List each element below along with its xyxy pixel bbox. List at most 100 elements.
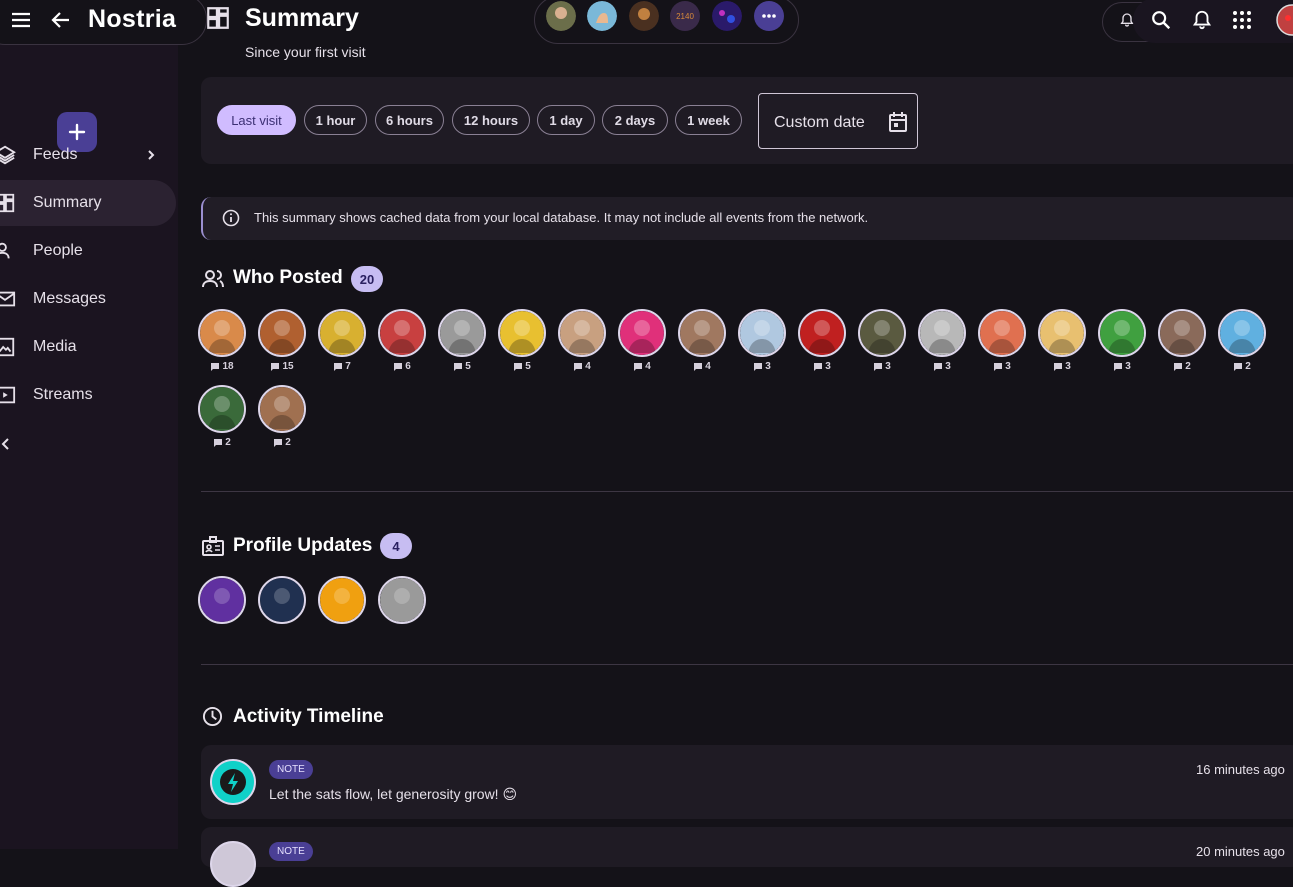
notifications-button[interactable]: [1191, 9, 1213, 31]
sidebar-item-label: Messages: [33, 290, 106, 307]
sidebar-item-label: Streams: [33, 386, 93, 403]
account-avatar[interactable]: [587, 1, 617, 31]
back-button[interactable]: [50, 9, 72, 31]
poster-avatar[interactable]: [198, 309, 246, 357]
sidebar-item-media[interactable]: Media: [0, 324, 176, 370]
profile-update-avatar[interactable]: [198, 576, 246, 624]
timeline-avatar[interactable]: [210, 841, 256, 887]
filter-chip-2-days[interactable]: 2 days: [602, 105, 668, 135]
avatar: [198, 385, 246, 433]
poster-post-count: 3: [1092, 361, 1152, 372]
comment-icon: [271, 362, 280, 371]
poster-post-count: 6: [372, 361, 432, 372]
sidebar-item-messages[interactable]: Messages: [0, 276, 176, 322]
comment-icon: [1054, 362, 1063, 371]
filter-chip-1-week[interactable]: 1 week: [675, 105, 742, 135]
avatar: [258, 576, 306, 624]
filter-chip-1-day[interactable]: 1 day: [537, 105, 595, 135]
avatar: [378, 576, 426, 624]
poster-avatar[interactable]: [798, 309, 846, 357]
chevron-left-icon: [1, 438, 9, 450]
avatar: [1038, 309, 1086, 357]
avatar: [738, 309, 786, 357]
comment-icon: [394, 362, 403, 371]
account-avatar[interactable]: [546, 1, 576, 31]
avatar: [258, 309, 306, 357]
poster-post-count: 18: [192, 361, 252, 372]
poster-avatar[interactable]: [1218, 309, 1266, 357]
poster-avatar[interactable]: [258, 309, 306, 357]
poster-avatar[interactable]: [1038, 309, 1086, 357]
search-button[interactable]: [1150, 9, 1172, 31]
account-avatar[interactable]: [712, 1, 742, 31]
poster-avatar[interactable]: [198, 385, 246, 433]
timeline-time: 20 minutes ago: [1196, 844, 1285, 859]
arrow-back-icon: [51, 12, 69, 28]
timeline-item[interactable]: NOTE Let the sats flow, let generosity g…: [201, 745, 1293, 819]
avatar: [678, 309, 726, 357]
poster-avatar[interactable]: [378, 309, 426, 357]
poster-post-count: 3: [972, 361, 1032, 372]
poster-avatar[interactable]: [618, 309, 666, 357]
calendar-icon: [889, 112, 907, 132]
account-switcher: 2140: [534, 0, 799, 44]
comment-icon: [874, 362, 883, 371]
account-avatar[interactable]: 2140: [670, 1, 700, 31]
avatar: [198, 309, 246, 357]
poster-post-count: 7: [312, 361, 372, 372]
poster-avatar[interactable]: [738, 309, 786, 357]
poster-avatar[interactable]: [978, 309, 1026, 357]
sidebar-item-summary[interactable]: Summary: [0, 180, 176, 226]
avatar: [258, 385, 306, 433]
filter-chip-1-hour[interactable]: 1 hour: [304, 105, 367, 135]
avatar: [318, 309, 366, 357]
video-icon: [0, 386, 16, 404]
timeline-item[interactable]: NOTE 20 minutes ago: [201, 827, 1293, 887]
profile-avatar[interactable]: [1276, 4, 1293, 36]
profile-update-avatar[interactable]: [258, 576, 306, 624]
poster-avatar[interactable]: [498, 309, 546, 357]
avatar: [618, 309, 666, 357]
comment-icon: [754, 362, 763, 371]
profile-update-avatar[interactable]: [318, 576, 366, 624]
poster-avatar[interactable]: [558, 309, 606, 357]
filter-chip-last-visit[interactable]: Last visit: [217, 105, 296, 135]
collapse-sidebar-button[interactable]: [0, 436, 14, 452]
dashboard-icon: [0, 193, 15, 213]
menu-button[interactable]: [10, 9, 32, 31]
avatar: [558, 309, 606, 357]
poster-avatar[interactable]: [318, 309, 366, 357]
poster-avatar[interactable]: [1098, 309, 1146, 357]
activity-timeline-title: Activity Timeline: [233, 706, 384, 727]
avatar: [1158, 309, 1206, 357]
timeline-avatar[interactable]: [210, 759, 256, 805]
more-accounts-button[interactable]: [754, 1, 784, 31]
comment-icon: [994, 362, 1003, 371]
poster-post-count: 3: [1032, 361, 1092, 372]
filter-chip-6-hours[interactable]: 6 hours: [375, 105, 444, 135]
poster-avatar[interactable]: [258, 385, 306, 433]
filter-chip-12-hours[interactable]: 12 hours: [452, 105, 530, 135]
account-avatar[interactable]: [629, 1, 659, 31]
poster-avatar[interactable]: [678, 309, 726, 357]
avatar: [978, 309, 1026, 357]
sidebar-item-people[interactable]: People: [0, 228, 176, 274]
custom-date-field[interactable]: Custom date: [758, 93, 918, 149]
poster-avatar[interactable]: [438, 309, 486, 357]
comment-icon: [514, 362, 523, 371]
profile-update-avatar[interactable]: [378, 576, 426, 624]
poster-post-count: 2: [252, 437, 312, 448]
apps-button[interactable]: [1232, 10, 1252, 30]
sidebar-item-feeds[interactable]: Feeds: [0, 132, 176, 178]
poster-avatar[interactable]: [1158, 309, 1206, 357]
people-icon: [0, 242, 10, 259]
timeline-type-badge: NOTE: [269, 760, 313, 779]
poster-avatar[interactable]: [858, 309, 906, 357]
badge-icon: [202, 536, 224, 556]
page-title: Summary: [245, 4, 359, 32]
poster-avatar[interactable]: [918, 309, 966, 357]
info-banner: This summary shows cached data from your…: [201, 197, 1293, 240]
comment-icon: [934, 362, 943, 371]
sidebar-item-streams[interactable]: Streams: [0, 372, 176, 418]
poster-post-count: 2: [192, 437, 252, 448]
